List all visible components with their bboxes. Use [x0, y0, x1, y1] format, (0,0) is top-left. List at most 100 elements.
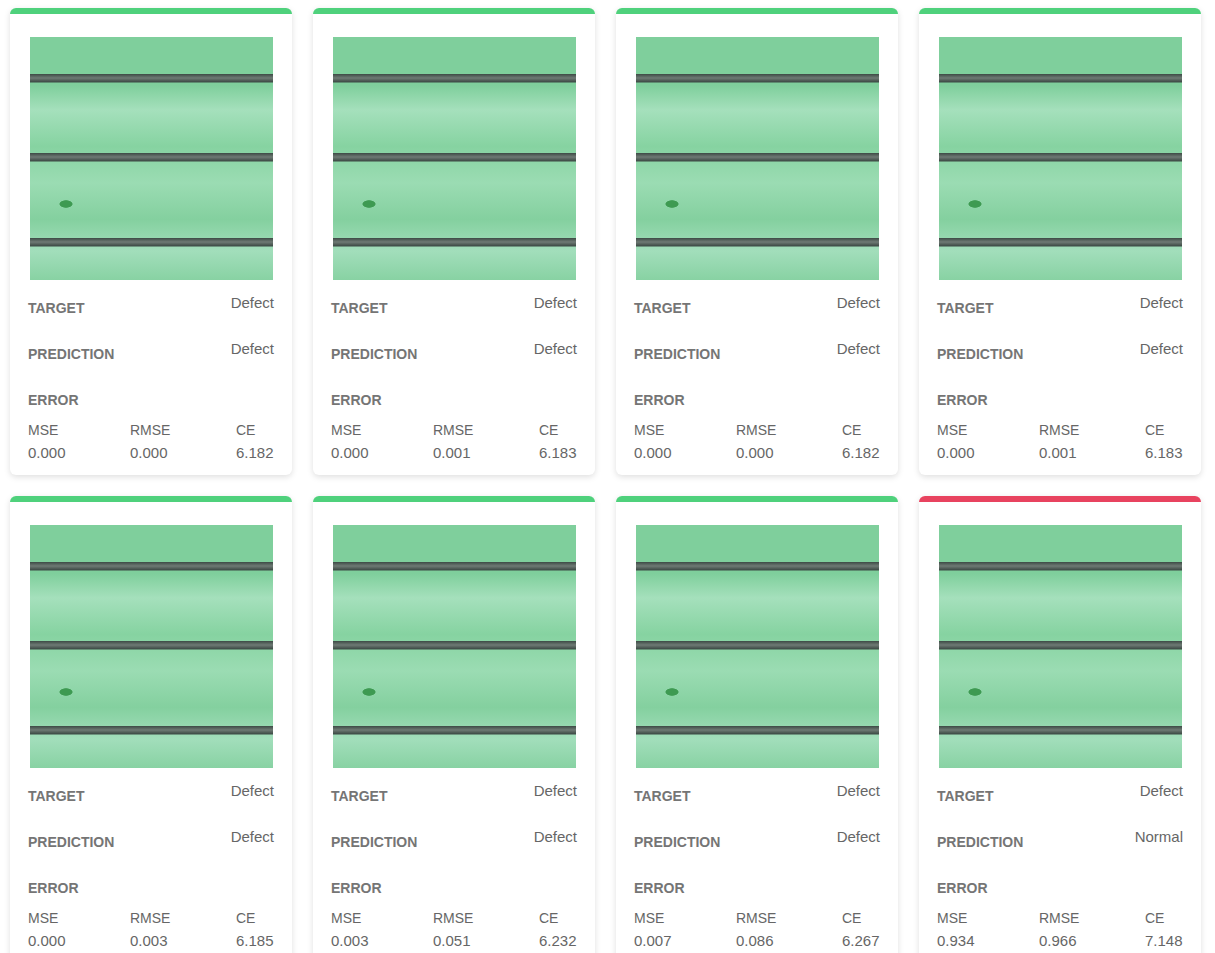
sample-image[interactable] — [30, 37, 273, 280]
metric: MSE0.003 — [331, 910, 433, 949]
metric: RMSE0.966 — [1039, 910, 1145, 949]
card-details: TARGET Defect PREDICTIONDefectERROR MSE0.00… — [313, 280, 595, 475]
prediction-label: PREDICTION — [331, 826, 417, 850]
metric: CE6.183 — [539, 422, 577, 461]
metric-value: 0.007 — [634, 932, 736, 949]
card-details: TARGETDefectPREDICTIONNormalERRORMSE0.93… — [919, 768, 1201, 953]
metrics-row: MSE0.000RMSE0.000CE6.182 — [634, 422, 880, 461]
metric-name: MSE — [937, 422, 1039, 438]
metric-name: RMSE — [130, 910, 236, 926]
error-label: ERROR — [28, 872, 274, 902]
status-bar — [919, 8, 1201, 14]
metric-value: 0.934 — [937, 932, 1039, 949]
target-label: TARGET — [28, 780, 85, 804]
target-label: TARGET — [331, 780, 388, 804]
prediction-label: PREDICTION — [634, 826, 720, 850]
sample-image[interactable] — [636, 525, 879, 768]
metrics-row: MSE0.934RMSE0.966CE7.148 — [937, 910, 1183, 949]
metric: RMSE0.001 — [433, 422, 539, 461]
prediction-card[interactable]: TARGETDefectPREDICTIONDefectERRORMSE0.00… — [919, 8, 1201, 475]
status-bar — [10, 496, 292, 502]
metric-value: 0.001 — [1039, 444, 1145, 461]
prediction-row: PREDICTIONDefect — [331, 338, 577, 384]
error-label: ERROR — [634, 872, 880, 902]
prediction-grid: TARGETDefectPREDICTIONDefectERRORMSE0.00… — [0, 0, 1215, 953]
metric-name: MSE — [28, 422, 130, 438]
target-value: Defect — [534, 292, 577, 311]
prediction-card[interactable]: TARGETDefectPREDICTIONDefectERRORMSE0.00… — [616, 8, 898, 475]
prediction-card[interactable]: TARGETDefectPREDICTIONDefectERRORMSE0.00… — [10, 496, 292, 953]
target-row: TARGETDefect — [937, 780, 1183, 826]
error-label: ERROR — [634, 384, 880, 414]
metric: RMSE0.001 — [1039, 422, 1145, 461]
metric-name: MSE — [937, 910, 1039, 926]
metric-name: CE — [539, 910, 577, 926]
status-bar — [313, 8, 595, 14]
prediction-value: Normal — [1135, 826, 1183, 845]
metric-name: RMSE — [736, 910, 842, 926]
metric-value: 0.000 — [28, 444, 130, 461]
prediction-label: PREDICTION — [937, 338, 1023, 362]
prediction-row: PREDICTIONNormal — [937, 826, 1183, 872]
prediction-row: PREDICTIONDefect — [634, 338, 880, 384]
metric-value: 0.003 — [331, 932, 433, 949]
metric-name: RMSE — [736, 422, 842, 438]
prediction-label: PREDICTION — [28, 338, 114, 362]
target-value: Defect — [1140, 780, 1183, 799]
metric: RMSE 0.003 — [130, 910, 236, 949]
prediction-value: Defect — [1140, 338, 1183, 357]
sample-image[interactable] — [333, 37, 576, 280]
prediction-row: PREDICTIONDefect — [634, 826, 880, 872]
metric: RMSE0.000 — [130, 422, 236, 461]
status-bar — [616, 496, 898, 502]
prediction-card[interactable]: TARGETDefectPREDICTIONDefectERRORMSE0.00… — [10, 8, 292, 475]
card-details: TARGETDefectPREDICTIONDefectERRORMSE0.00… — [616, 280, 898, 475]
prediction-card[interactable]: TARGETDefectPREDICTIONDefectERRORMSE0.00… — [616, 496, 898, 953]
card-details: TARGETDefectPREDICTIONDefectERRORMSE0.00… — [10, 280, 292, 475]
target-label: TARGET — [331, 292, 388, 316]
metric-value: 0.003 — [130, 932, 236, 949]
metric-value: 6.185 — [236, 932, 274, 949]
metric-value: 0.086 — [736, 932, 842, 949]
metric-name: RMSE — [1039, 910, 1145, 926]
sample-image[interactable] — [939, 525, 1182, 768]
metric: MSE0.000 — [331, 422, 433, 461]
metric-value: 0.000 — [130, 444, 236, 461]
metric-value: 7.148 — [1145, 932, 1183, 949]
target-label: TARGET — [634, 780, 691, 804]
sample-image[interactable] — [939, 37, 1182, 280]
metric-name: CE — [539, 422, 577, 438]
metric-value: 0.000 — [634, 444, 736, 461]
prediction-card[interactable]: TARGET Defect PREDICTIONDefectERROR MSE0.00… — [313, 8, 595, 475]
metric-name: MSE — [634, 422, 736, 438]
metric-name: CE — [842, 422, 880, 438]
prediction-card[interactable]: TARGETDefectPREDICTIONNormalERRORMSE0.93… — [919, 496, 1201, 953]
metric-value: 0.051 — [433, 932, 539, 949]
metrics-row: MSE0.003RMSE0.051CE6.232 — [331, 910, 577, 949]
sample-image[interactable] — [636, 37, 879, 280]
prediction-row: PREDICTION Defect — [937, 338, 1183, 384]
prediction-label: PREDICTION — [331, 338, 417, 362]
prediction-card[interactable]: TARGETDefectPREDICTIONDefectERRORMSE0.00… — [313, 496, 595, 953]
metrics-row: MSE0.000RMSE0.001CE6.183 — [331, 422, 577, 461]
metric: MSE 0.007 — [634, 910, 736, 949]
metric: RMSE 0.051 — [433, 910, 539, 949]
metric-value: 0.001 — [433, 444, 539, 461]
metric: MSE 0.000 — [28, 422, 130, 461]
target-row: TARGETDefect — [28, 780, 274, 826]
error-label: ERROR — [331, 384, 577, 414]
metrics-row: MSE 0.007RMSE 0.086CE6.267 — [634, 910, 880, 949]
metric: CE6.267 — [842, 910, 880, 949]
card-details: TARGETDefectPREDICTIONDefectERRORMSE0.00… — [919, 280, 1201, 475]
prediction-value: Defect — [231, 826, 274, 845]
metric-name: MSE — [634, 910, 736, 926]
target-row: TARGETDefect — [331, 780, 577, 826]
metric-name: RMSE — [433, 910, 539, 926]
prediction-row: PREDICTIONDefect — [28, 338, 274, 384]
sample-image[interactable] — [333, 525, 576, 768]
metric-name: CE — [236, 422, 274, 438]
sample-image[interactable] — [30, 525, 273, 768]
metrics-row: MSE0.000RMSE0.001CE6.183 — [937, 422, 1183, 461]
card-details: TARGETDefectPREDICTIONDefectERRORMSE0.00… — [313, 768, 595, 953]
error-label: ERROR — [331, 872, 577, 902]
